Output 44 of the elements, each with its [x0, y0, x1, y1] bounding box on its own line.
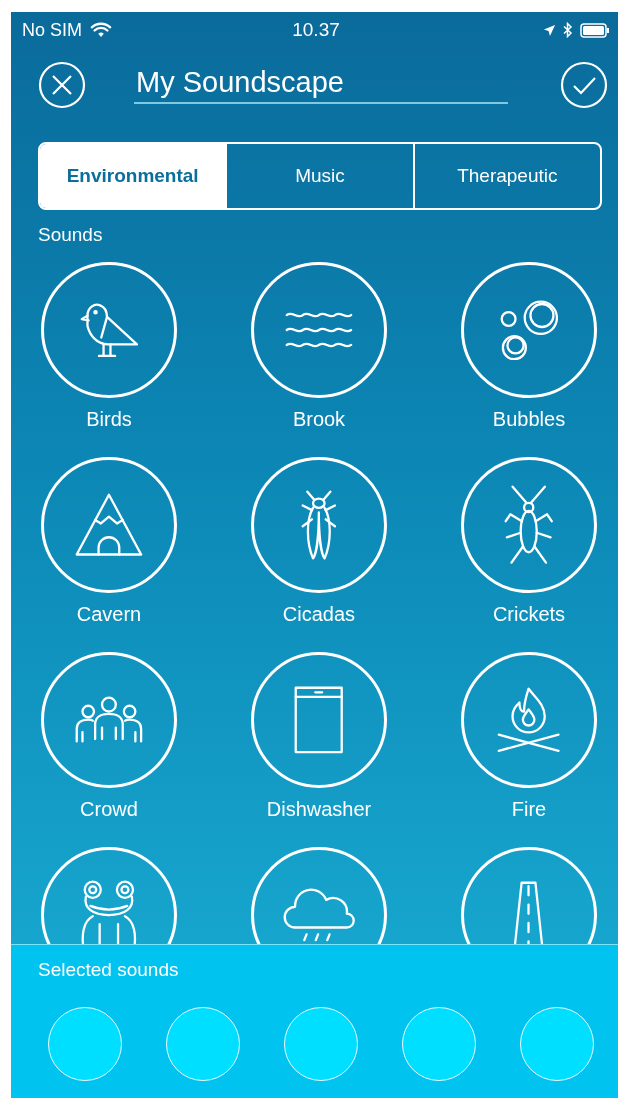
sound-button[interactable]: [41, 652, 177, 788]
sound-label: Dishwasher: [266, 798, 372, 821]
carrier-label: No SIM: [22, 19, 82, 41]
close-icon[interactable]: [38, 61, 86, 109]
sound-button[interactable]: [41, 457, 177, 593]
location-icon: [543, 23, 556, 37]
rain-cloud-icon: [282, 888, 356, 942]
sound-button[interactable]: [251, 652, 387, 788]
sound-label: Cicadas: [282, 603, 356, 626]
title-field[interactable]: My Soundscape: [134, 66, 508, 104]
sound-label: Bubbles: [492, 408, 566, 431]
cricket-icon: [504, 485, 554, 565]
category-tab[interactable]: Environmental: [40, 144, 226, 208]
sound-label: Crowd: [80, 798, 138, 821]
category-tab[interactable]: Therapeutic: [412, 144, 600, 208]
cicada-icon: [301, 489, 337, 561]
road-icon: [513, 881, 545, 944]
bubbles-icon: [499, 299, 559, 361]
bird-icon: [79, 302, 139, 358]
sound-button[interactable]: [251, 262, 387, 398]
section-heading: Sounds: [38, 224, 104, 247]
sound-button[interactable]: [461, 262, 597, 398]
dishwasher-icon: [294, 686, 344, 754]
sound-button[interactable]: [251, 457, 387, 593]
sound-label: Cavern: [76, 603, 142, 626]
sound-button[interactable]: [41, 262, 177, 398]
sound-button[interactable]: [461, 457, 597, 593]
battery-icon: [580, 22, 610, 38]
category-tab[interactable]: Music: [225, 144, 413, 208]
people-icon: [75, 696, 143, 744]
waves-icon: [285, 312, 353, 348]
sound-label: Fire: [511, 798, 547, 821]
sound-label: Crickets: [492, 603, 566, 626]
mountain-icon: [75, 493, 143, 557]
bluetooth-icon: [563, 22, 573, 38]
clock-time: 10.37: [292, 19, 340, 41]
panel-heading: Selected sounds: [38, 959, 180, 981]
frog-icon: [81, 879, 137, 944]
sound-button[interactable]: [461, 652, 597, 788]
campfire-icon: [497, 687, 561, 753]
sound-label: Birds: [86, 408, 132, 431]
sound-label: Brook: [292, 408, 346, 431]
checkmark-icon[interactable]: [560, 61, 608, 109]
wifi-icon: [90, 21, 112, 39]
